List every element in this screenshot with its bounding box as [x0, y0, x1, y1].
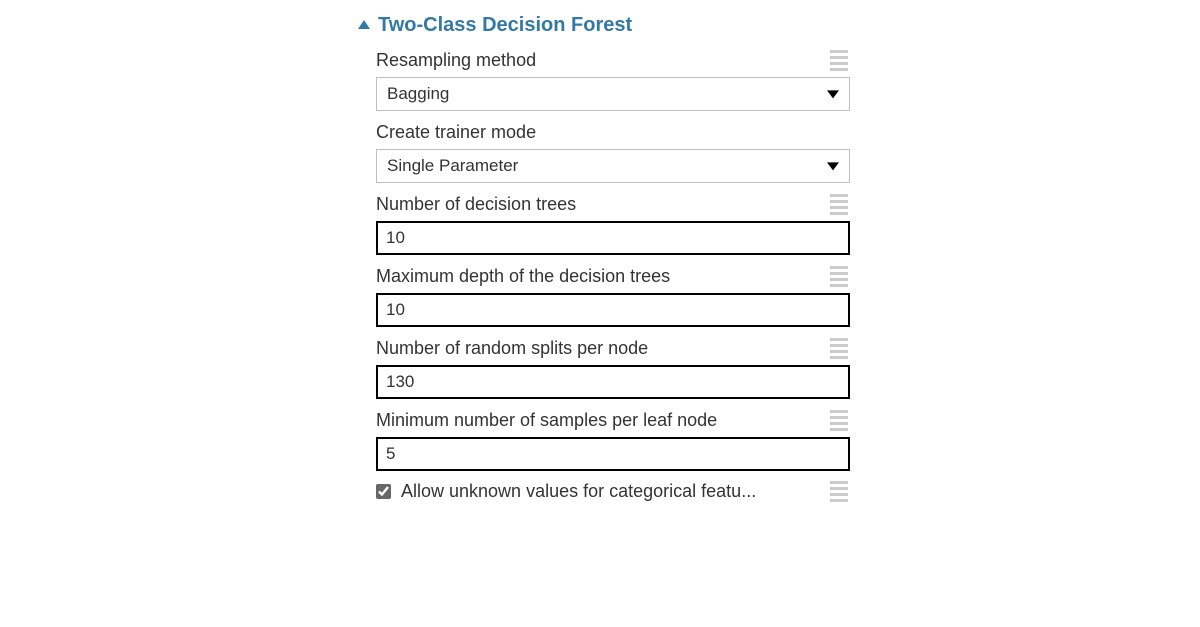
- form-body: Resampling method Bagging Create trainer…: [358, 49, 850, 502]
- num-trees-input[interactable]: [376, 221, 850, 255]
- field-label: Resampling method: [376, 50, 536, 71]
- checkbox-wrapper: Allow unknown values for categorical fea…: [376, 481, 822, 502]
- field-num-trees: Number of decision trees: [376, 193, 850, 255]
- field-allow-unknown: Allow unknown values for categorical fea…: [376, 481, 850, 502]
- field-trainer-mode: Create trainer mode Single Parameter: [376, 121, 850, 183]
- collapse-triangle-icon: [358, 20, 370, 29]
- field-label: Number of random splits per node: [376, 338, 648, 359]
- chevron-down-icon: [827, 162, 839, 170]
- section-title: Two-Class Decision Forest: [378, 14, 632, 37]
- section-header[interactable]: Two-Class Decision Forest: [358, 14, 850, 37]
- properties-panel: Two-Class Decision Forest Resampling met…: [358, 14, 850, 502]
- random-splits-input[interactable]: [376, 365, 850, 399]
- label-row: Number of random splits per node: [376, 337, 850, 359]
- field-resampling: Resampling method Bagging: [376, 49, 850, 111]
- resampling-select[interactable]: Bagging: [376, 77, 850, 111]
- field-label: Maximum depth of the decision trees: [376, 266, 670, 287]
- options-icon[interactable]: [830, 410, 850, 431]
- options-icon[interactable]: [830, 338, 850, 359]
- field-max-depth: Maximum depth of the decision trees: [376, 265, 850, 327]
- checkbox-label: Allow unknown values for categorical fea…: [401, 481, 822, 502]
- field-label: Number of decision trees: [376, 194, 576, 215]
- field-random-splits: Number of random splits per node: [376, 337, 850, 399]
- label-row: Number of decision trees: [376, 193, 850, 215]
- options-icon[interactable]: [830, 50, 850, 71]
- options-icon[interactable]: [830, 194, 850, 215]
- min-samples-input[interactable]: [376, 437, 850, 471]
- label-row: Create trainer mode: [376, 121, 850, 143]
- select-value: Bagging: [387, 84, 449, 104]
- allow-unknown-checkbox[interactable]: [376, 484, 391, 499]
- max-depth-input[interactable]: [376, 293, 850, 327]
- chevron-down-icon: [827, 90, 839, 98]
- options-icon[interactable]: [830, 266, 850, 287]
- trainer-mode-select[interactable]: Single Parameter: [376, 149, 850, 183]
- select-value: Single Parameter: [387, 156, 518, 176]
- field-min-samples: Minimum number of samples per leaf node: [376, 409, 850, 471]
- field-label: Create trainer mode: [376, 122, 536, 143]
- label-row: Maximum depth of the decision trees: [376, 265, 850, 287]
- field-label: Minimum number of samples per leaf node: [376, 410, 717, 431]
- label-row: Minimum number of samples per leaf node: [376, 409, 850, 431]
- label-row: Resampling method: [376, 49, 850, 71]
- options-icon[interactable]: [830, 481, 850, 502]
